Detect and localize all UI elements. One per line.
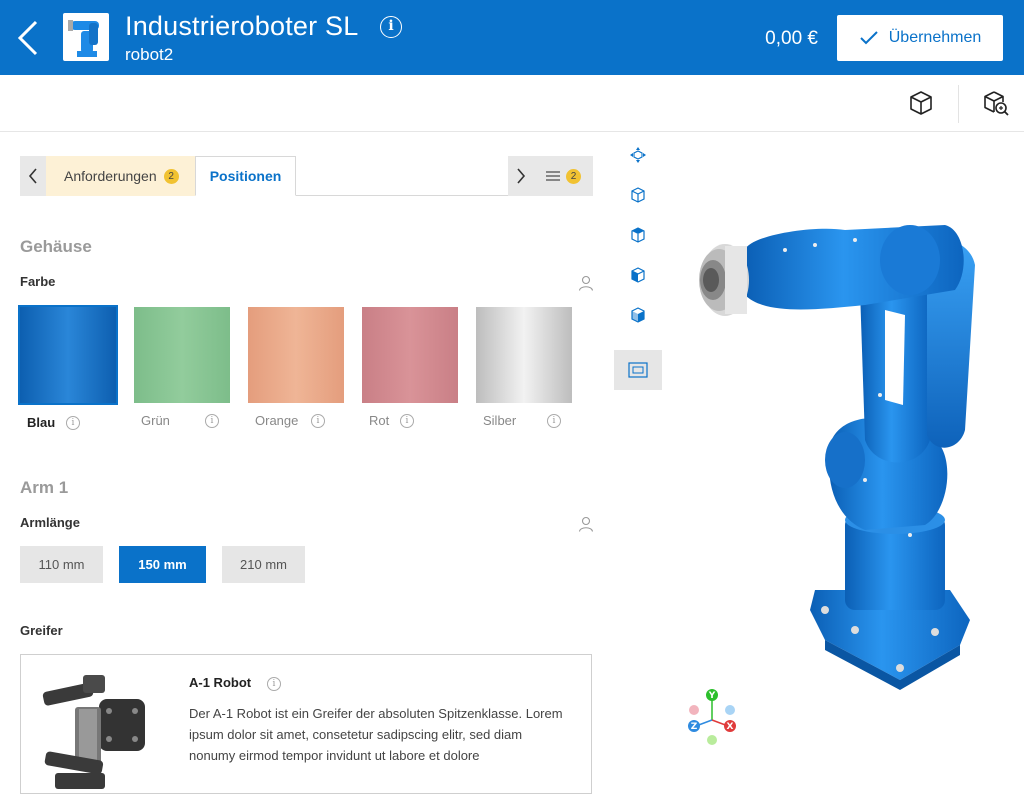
- tab-menu-button[interactable]: 2: [534, 156, 593, 196]
- axis-y-label: Y: [708, 691, 716, 701]
- apply-button[interactable]: Übernehmen: [837, 15, 1003, 61]
- user-icon[interactable]: [578, 275, 594, 291]
- cube-front-view-icon[interactable]: [626, 263, 650, 287]
- info-icon[interactable]: i: [547, 414, 561, 428]
- swatch-orange[interactable]: [248, 307, 344, 403]
- user-icon[interactable]: [578, 516, 594, 532]
- gripper-name: A-1 Robot: [189, 675, 251, 690]
- gripper-label: Greifer: [20, 623, 63, 638]
- info-icon[interactable]: i: [311, 414, 325, 428]
- gripper-image: [39, 669, 149, 795]
- cube-side-view-icon[interactable]: [626, 303, 650, 327]
- total-price: 0,00 €: [765, 28, 818, 49]
- arm-length-210-button[interactable]: 210 mm: [222, 546, 305, 583]
- tab-requirements-label: Anforderungen: [64, 168, 157, 184]
- swatch-label-gruen: Grün: [141, 413, 170, 428]
- info-icon[interactable]: i: [66, 416, 80, 430]
- swatch-label-orange: Orange: [255, 413, 299, 428]
- axis-gizmo: Y X Z: [684, 686, 740, 746]
- check-icon: [860, 31, 878, 45]
- swatch-label-blau: Blau: [27, 415, 56, 430]
- tab-positions-label: Positionen: [209, 168, 282, 184]
- info-icon[interactable]: i: [400, 414, 414, 428]
- chevron-right-icon[interactable]: [508, 156, 534, 196]
- menu-icon: [546, 171, 560, 181]
- app-header: Industrieroboter SL i robot2 0,00 € Über…: [0, 0, 1024, 75]
- page-subtitle: robot2: [125, 45, 174, 64]
- swatch-label-rot: Rot: [369, 413, 390, 428]
- page-title: Industrieroboter SL: [125, 11, 359, 41]
- gripper-description: Der A-1 Robot ist ein Greifer der absolu…: [189, 706, 563, 763]
- section-arm: Arm 1: [20, 478, 69, 497]
- tab-requirements[interactable]: Anforderungen 2: [46, 156, 195, 196]
- swatch-label-silber: Silber: [483, 413, 517, 428]
- cube-top-view-icon[interactable]: [626, 223, 650, 247]
- info-icon[interactable]: i: [205, 414, 219, 428]
- menu-count-badge: 2: [566, 168, 581, 184]
- arm-length-label: Armlänge: [20, 515, 80, 530]
- color-label: Farbe: [20, 274, 56, 289]
- toolbar-divider: [958, 85, 959, 123]
- swatch-silber[interactable]: [476, 307, 572, 403]
- view-toolbar: [0, 75, 1024, 132]
- axis-z-label: Z: [691, 722, 698, 732]
- move-view-icon[interactable]: [626, 143, 650, 167]
- axis-x-label: X: [727, 722, 734, 732]
- fit-to-screen-button[interactable]: [614, 350, 662, 390]
- chevron-left-icon[interactable]: [20, 156, 46, 196]
- requirements-count-badge: 2: [163, 168, 179, 184]
- info-icon[interactable]: i: [267, 677, 281, 691]
- info-icon[interactable]: i: [380, 16, 402, 38]
- section-housing: Gehäuse: [20, 237, 92, 256]
- configuration-panel: Anforderungen 2 Positionen 2 Gehäuse Far…: [0, 133, 610, 794]
- arm-length-110-button[interactable]: 110 mm: [20, 546, 103, 583]
- swatch-gruen[interactable]: [134, 307, 230, 403]
- cube-icon[interactable]: [907, 89, 935, 117]
- cube-outline-icon[interactable]: [626, 183, 650, 207]
- gripper-card[interactable]: A-1 Robot i Der A-1 Robot ist ein Greife…: [20, 654, 592, 794]
- back-icon[interactable]: [14, 18, 46, 58]
- arm-length-150-button[interactable]: 150 mm: [119, 546, 206, 583]
- gripper-name-text: A-1 Robot: [189, 675, 252, 690]
- swatch-blau[interactable]: [18, 305, 118, 405]
- tab-positions[interactable]: Positionen: [195, 156, 296, 196]
- product-thumbnail: [63, 13, 109, 61]
- apply-button-label: Übernehmen: [888, 29, 982, 46]
- tab-bar: Anforderungen 2 Positionen 2: [20, 156, 593, 196]
- cube-zoom-icon[interactable]: [982, 89, 1010, 117]
- swatch-rot[interactable]: [362, 307, 458, 403]
- fit-screen-icon: [628, 362, 648, 378]
- robot-3d-viewport[interactable]: [665, 140, 1024, 768]
